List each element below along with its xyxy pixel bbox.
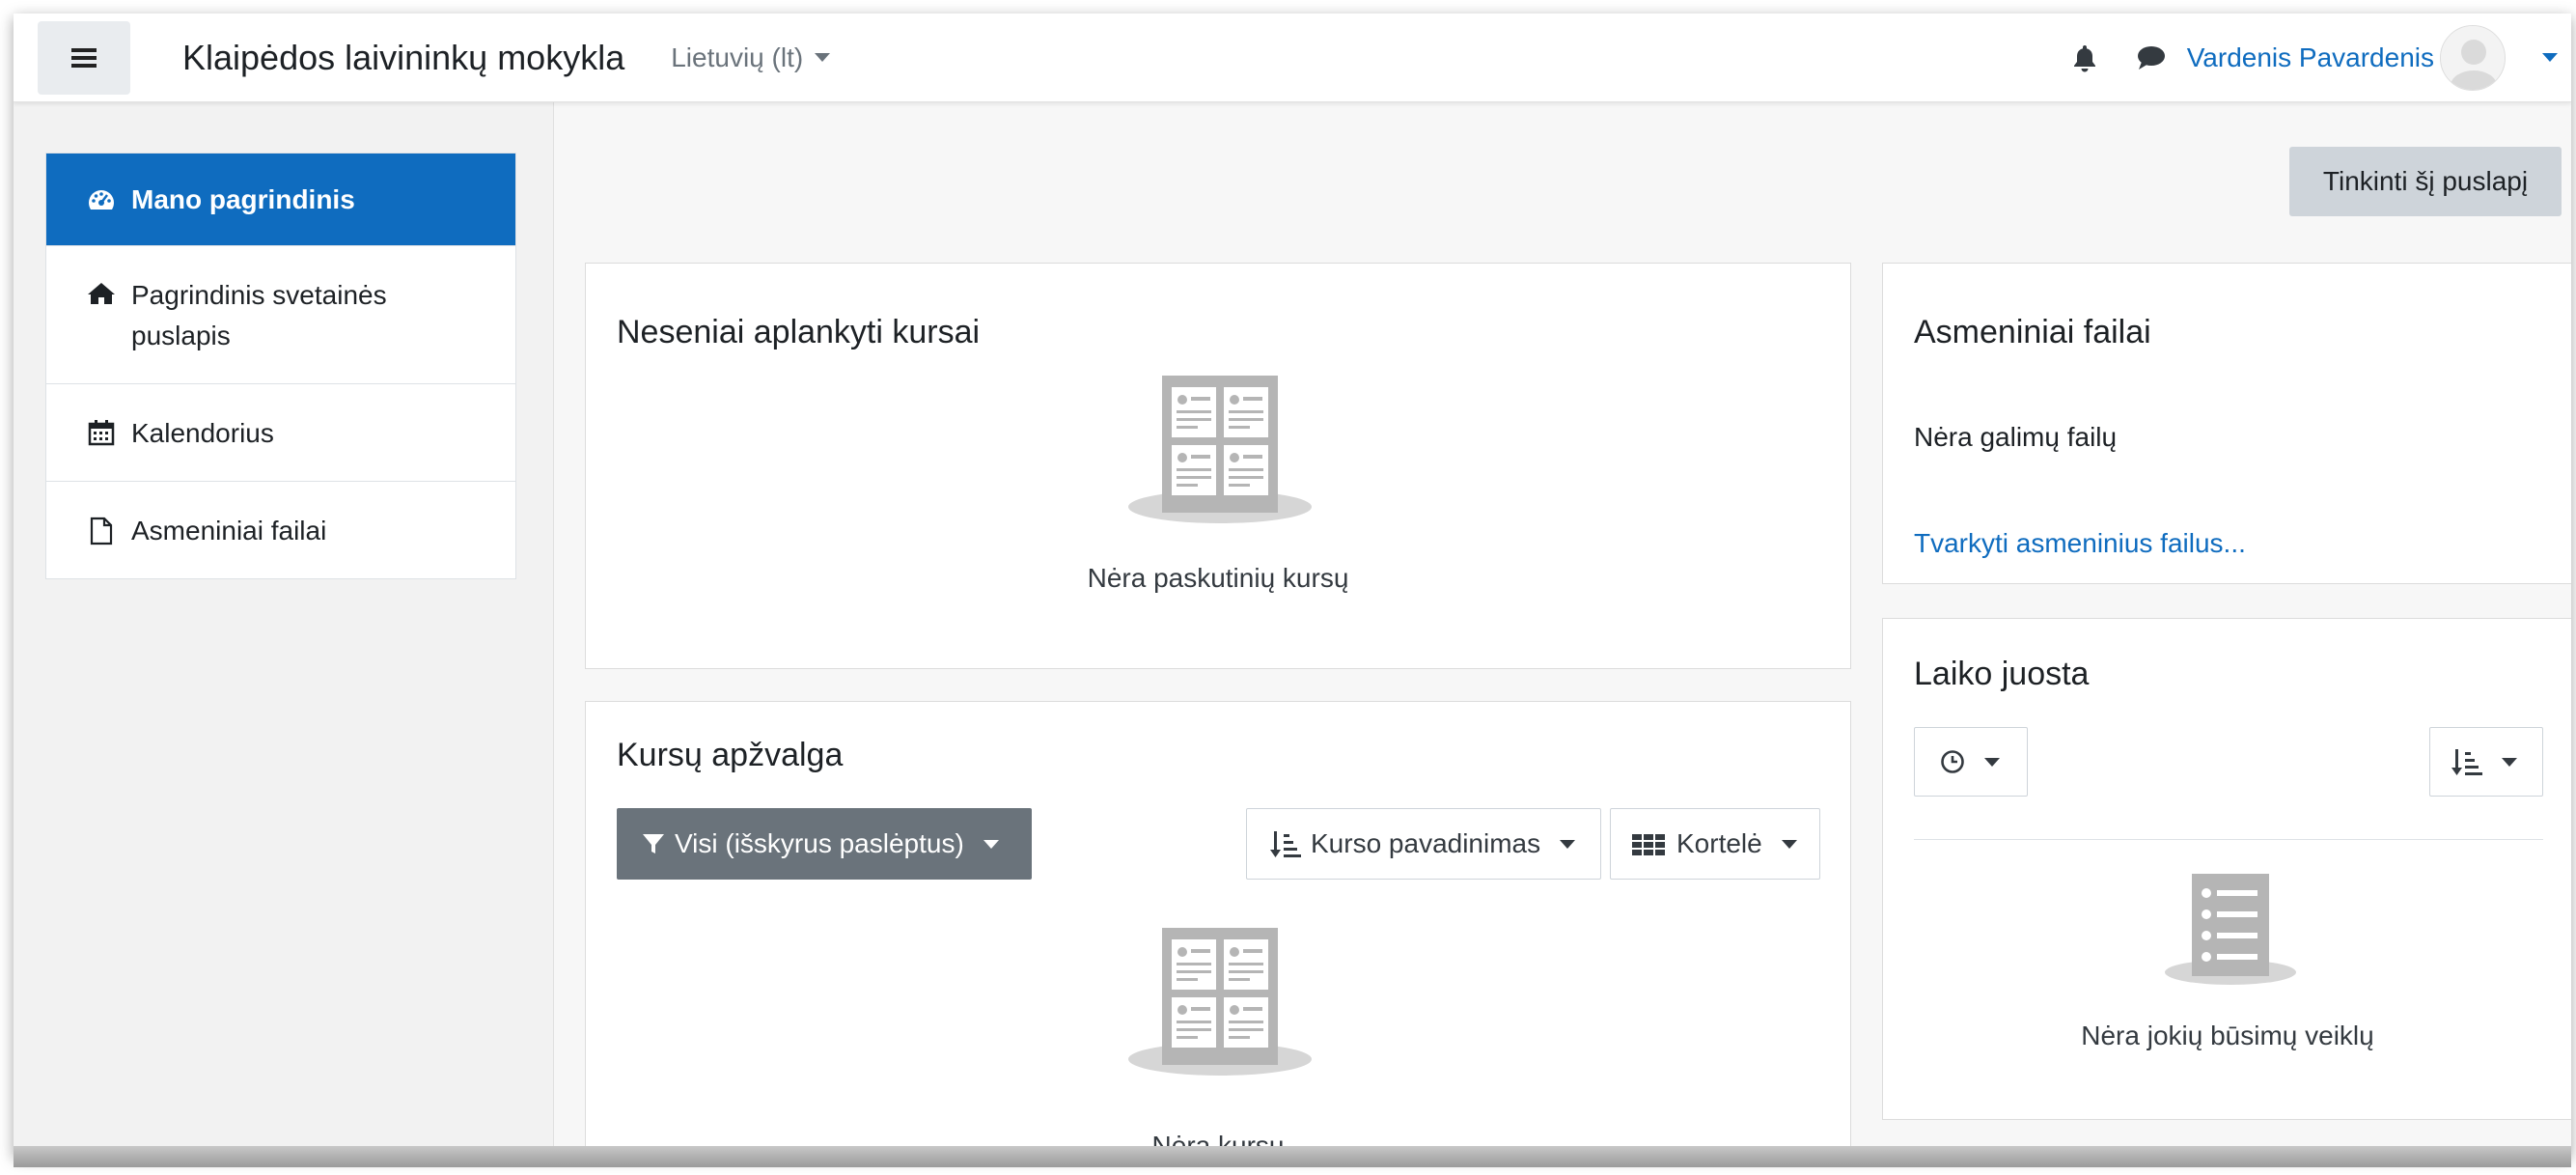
language-menu[interactable]: Lietuvių (lt) (671, 42, 831, 73)
messages-chat-icon[interactable] (2137, 45, 2166, 70)
hamburger-icon (71, 47, 97, 68)
notifications-bell-icon[interactable] (2071, 43, 2098, 72)
browser-page: Klaipėdos laivininkų mokykla Lietuvių (l… (14, 14, 2571, 1156)
chevron-down-icon (2502, 757, 2517, 767)
chevron-down-icon (983, 839, 999, 849)
navbar-user-area: Vardenis Pavardenis (2071, 24, 2571, 91)
drawer-item-label: Kalendorius (131, 418, 274, 448)
course-view-dropdown[interactable]: Kortelė (1610, 808, 1820, 880)
drawer-item-private-files[interactable]: Asmeniniai failai (46, 481, 515, 578)
no-files-text: Nėra galimų failų (1914, 422, 2118, 452)
block-title: Laiko juosta (1914, 656, 2090, 692)
timeline-filter-dropdown[interactable] (1914, 727, 2028, 797)
courses-empty-illustration (1128, 928, 1312, 1076)
drawer-item-dashboard[interactable]: Mano pagrindinis (46, 154, 515, 245)
drawer-nav-list: Mano pagrindinis Pagrindinis svetainės p… (45, 153, 516, 579)
chevron-down-icon (815, 53, 831, 62)
block-title: Neseniai aplankyti kursai (617, 314, 981, 350)
drawer-item-label: Pagrindinis svetainės puslapis (131, 280, 387, 350)
chevron-down-icon (1560, 839, 1576, 849)
timeline-block: Laiko juosta Nėra jokių būsimų veiklų (1882, 618, 2571, 1120)
courses-empty-illustration (1128, 376, 1312, 523)
drawer-item-label: Asmeniniai failai (131, 516, 327, 546)
course-overview-block: Kursų apžvalga Visi (išskyrus paslėptus)… (585, 701, 1851, 1156)
view-label: Kortelė (1676, 828, 1762, 858)
drawer-item-calendar[interactable]: Kalendorius (46, 383, 515, 481)
site-name[interactable]: Klaipėdos laivininkų mokykla (182, 38, 624, 78)
filter-icon (643, 834, 664, 853)
empty-state-text: Nėra jokių būsimų veiklų (2081, 1021, 2374, 1050)
timeline-sort-dropdown[interactable] (2429, 727, 2543, 797)
sort-icon (2451, 749, 2482, 775)
empty-state-text: Nėra paskutinių kursų (1087, 563, 1349, 593)
calendar-icon (85, 413, 118, 446)
user-menu-chevron-down-icon[interactable] (2542, 53, 2558, 62)
drawer-item-label: Mano pagrindinis (131, 183, 355, 214)
drawer-toggle-button[interactable] (38, 20, 130, 95)
block-title: Kursų apžvalga (617, 737, 844, 773)
file-icon (85, 511, 118, 546)
drawer-item-site-home[interactable]: Pagrindinis svetainės puslapis (46, 245, 515, 383)
home-icon (85, 275, 118, 306)
nav-drawer: Mano pagrindinis Pagrindinis svetainės p… (14, 102, 554, 1156)
horizontal-scrollbar[interactable] (14, 1146, 2571, 1167)
customize-page-button[interactable]: Tinkinti šį puslapį (2289, 147, 2562, 216)
filter-label: Visi (išskyrus paslėptus) (675, 828, 964, 858)
course-sort-dropdown[interactable]: Kurso pavadinimas (1246, 808, 1601, 880)
private-files-block: Asmeniniai failai Nėra galimų failų Tvar… (1882, 263, 2571, 584)
sort-label: Kurso pavadinimas (1311, 828, 1541, 858)
block-title: Asmeniniai failai (1914, 314, 2151, 350)
top-navbar: Klaipėdos laivininkų mokykla Lietuvių (l… (14, 14, 2571, 102)
user-menu-name[interactable]: Vardenis Pavardenis (2187, 42, 2434, 73)
language-label: Lietuvių (lt) (671, 42, 804, 72)
activities-empty-illustration (2165, 874, 2296, 985)
grid-view-icon (1632, 834, 1665, 855)
dashboard-icon (85, 187, 118, 212)
chevron-down-icon (1781, 839, 1797, 849)
sort-icon (1270, 831, 1301, 857)
chevron-down-icon (1984, 757, 2000, 767)
course-filter-dropdown[interactable]: Visi (išskyrus paslėptus) (617, 808, 1032, 880)
clock-icon (1941, 750, 1964, 773)
user-avatar[interactable] (2440, 24, 2506, 91)
manage-private-files-link[interactable]: Tvarkyti asmeninius failus... (1914, 528, 2246, 559)
recent-courses-block: Neseniai aplankyti kursai Nėra paskutini… (585, 263, 1851, 669)
timeline-divider (1914, 839, 2543, 840)
